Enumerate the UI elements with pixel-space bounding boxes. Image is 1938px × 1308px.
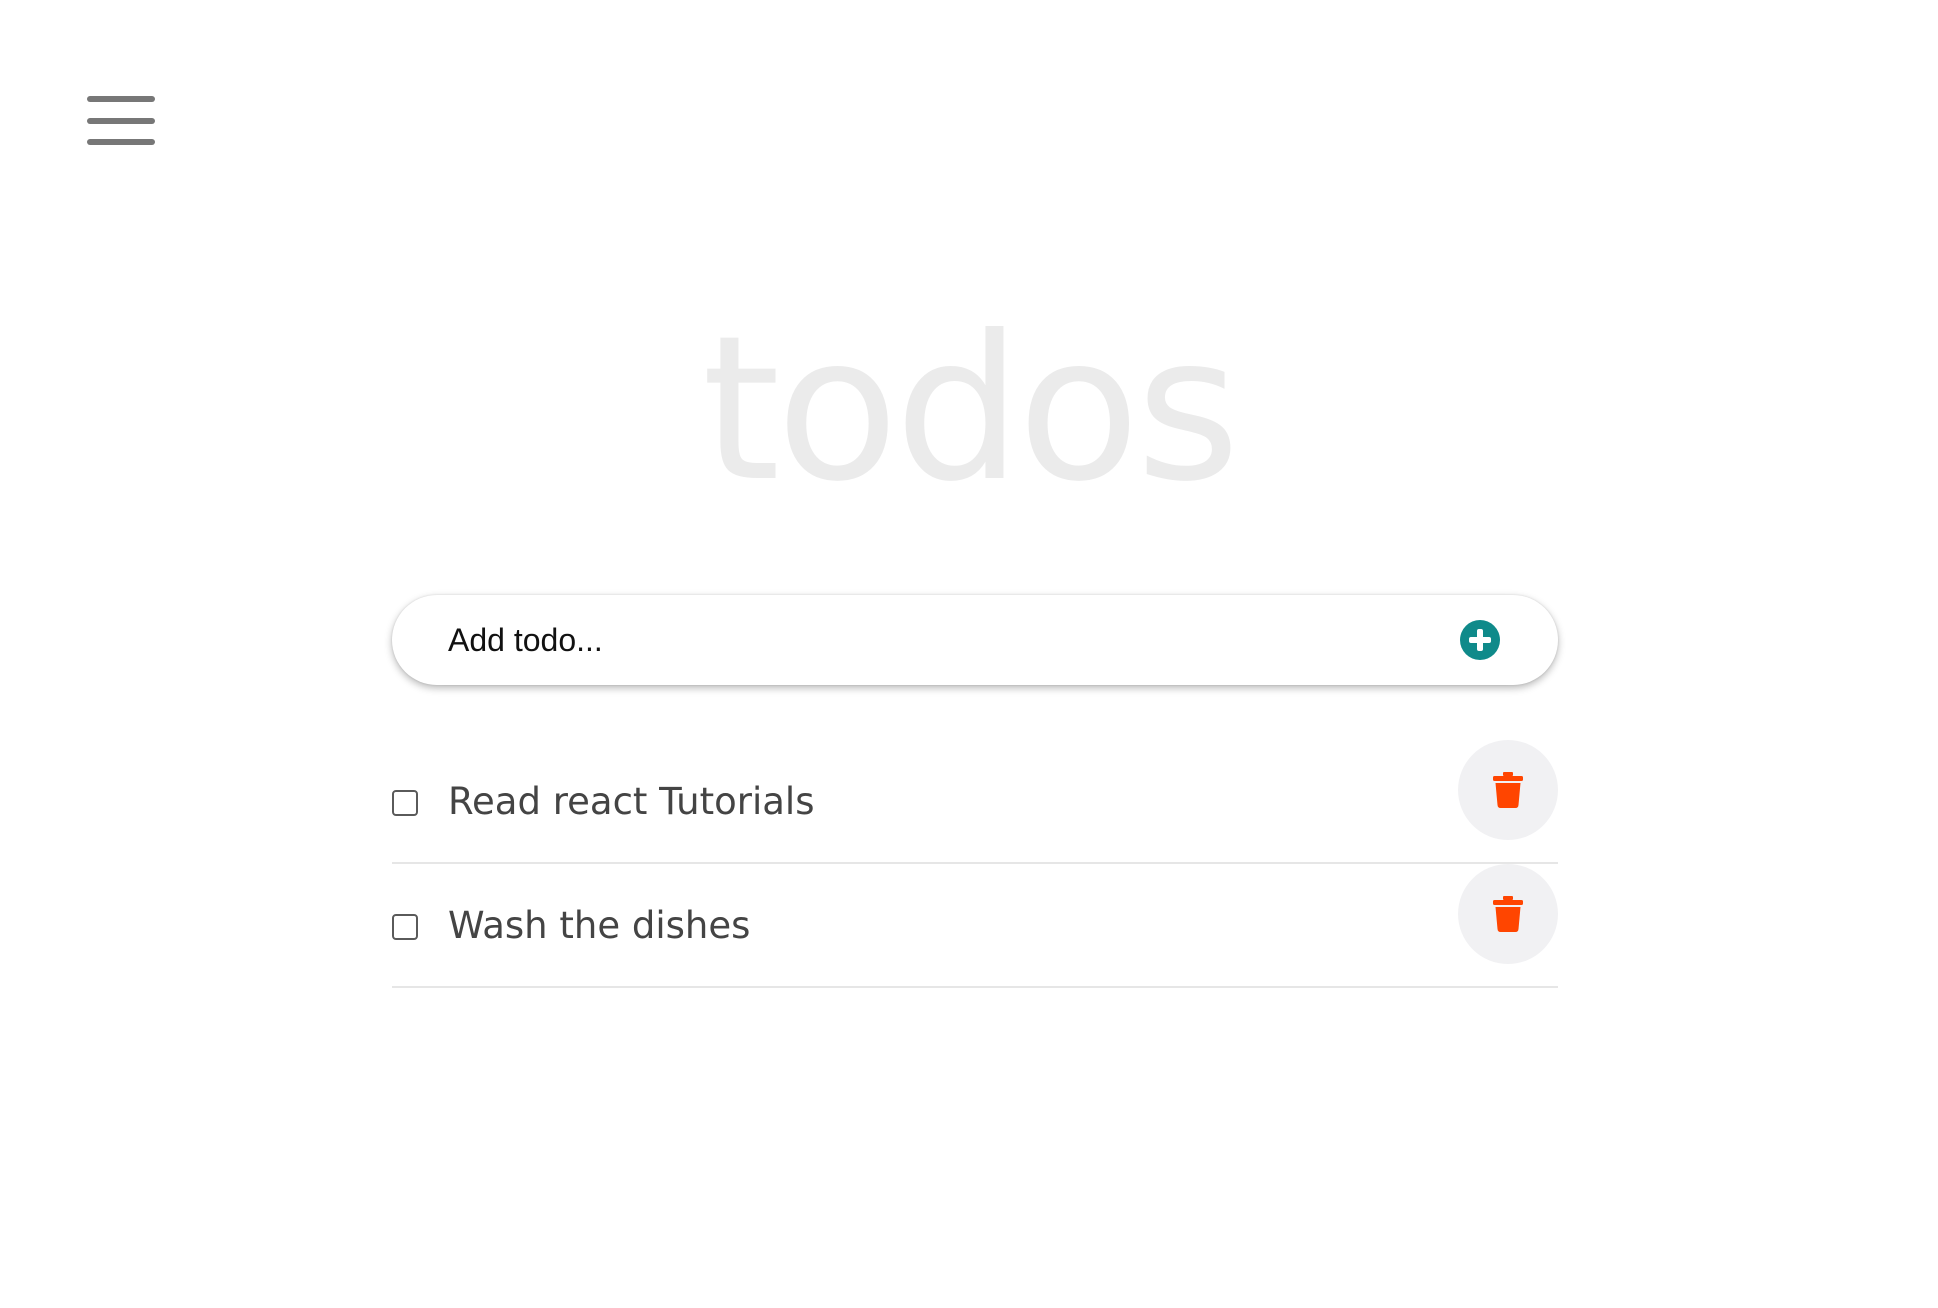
- todo-text: Wash the dishes: [448, 904, 751, 947]
- todo-app: todos Read react Tutorials Wash the dish…: [0, 0, 1938, 1308]
- menu-bar: [87, 96, 155, 102]
- add-todo-input[interactable]: [448, 610, 1408, 670]
- todo-item: Wash the dishes: [392, 864, 1558, 988]
- delete-todo-button[interactable]: [1458, 864, 1558, 964]
- add-todo-form: [392, 595, 1558, 685]
- trash-icon: [1493, 896, 1523, 932]
- trash-icon: [1493, 772, 1523, 808]
- todo-item: Read react Tutorials: [392, 740, 1558, 864]
- delete-todo-button[interactable]: [1458, 740, 1558, 840]
- add-todo-button[interactable]: [1460, 620, 1500, 660]
- plus-circle-icon-stem: [1477, 629, 1483, 651]
- todo-list: Read react Tutorials Wash the dishes: [392, 740, 1558, 988]
- menu-bar: [87, 118, 155, 124]
- todo-checkbox[interactable]: [392, 914, 418, 940]
- app-title: todos: [701, 293, 1240, 526]
- hamburger-menu-icon[interactable]: [87, 96, 155, 146]
- menu-bar: [87, 139, 155, 145]
- todo-checkbox[interactable]: [392, 790, 418, 816]
- todo-text: Read react Tutorials: [448, 780, 815, 823]
